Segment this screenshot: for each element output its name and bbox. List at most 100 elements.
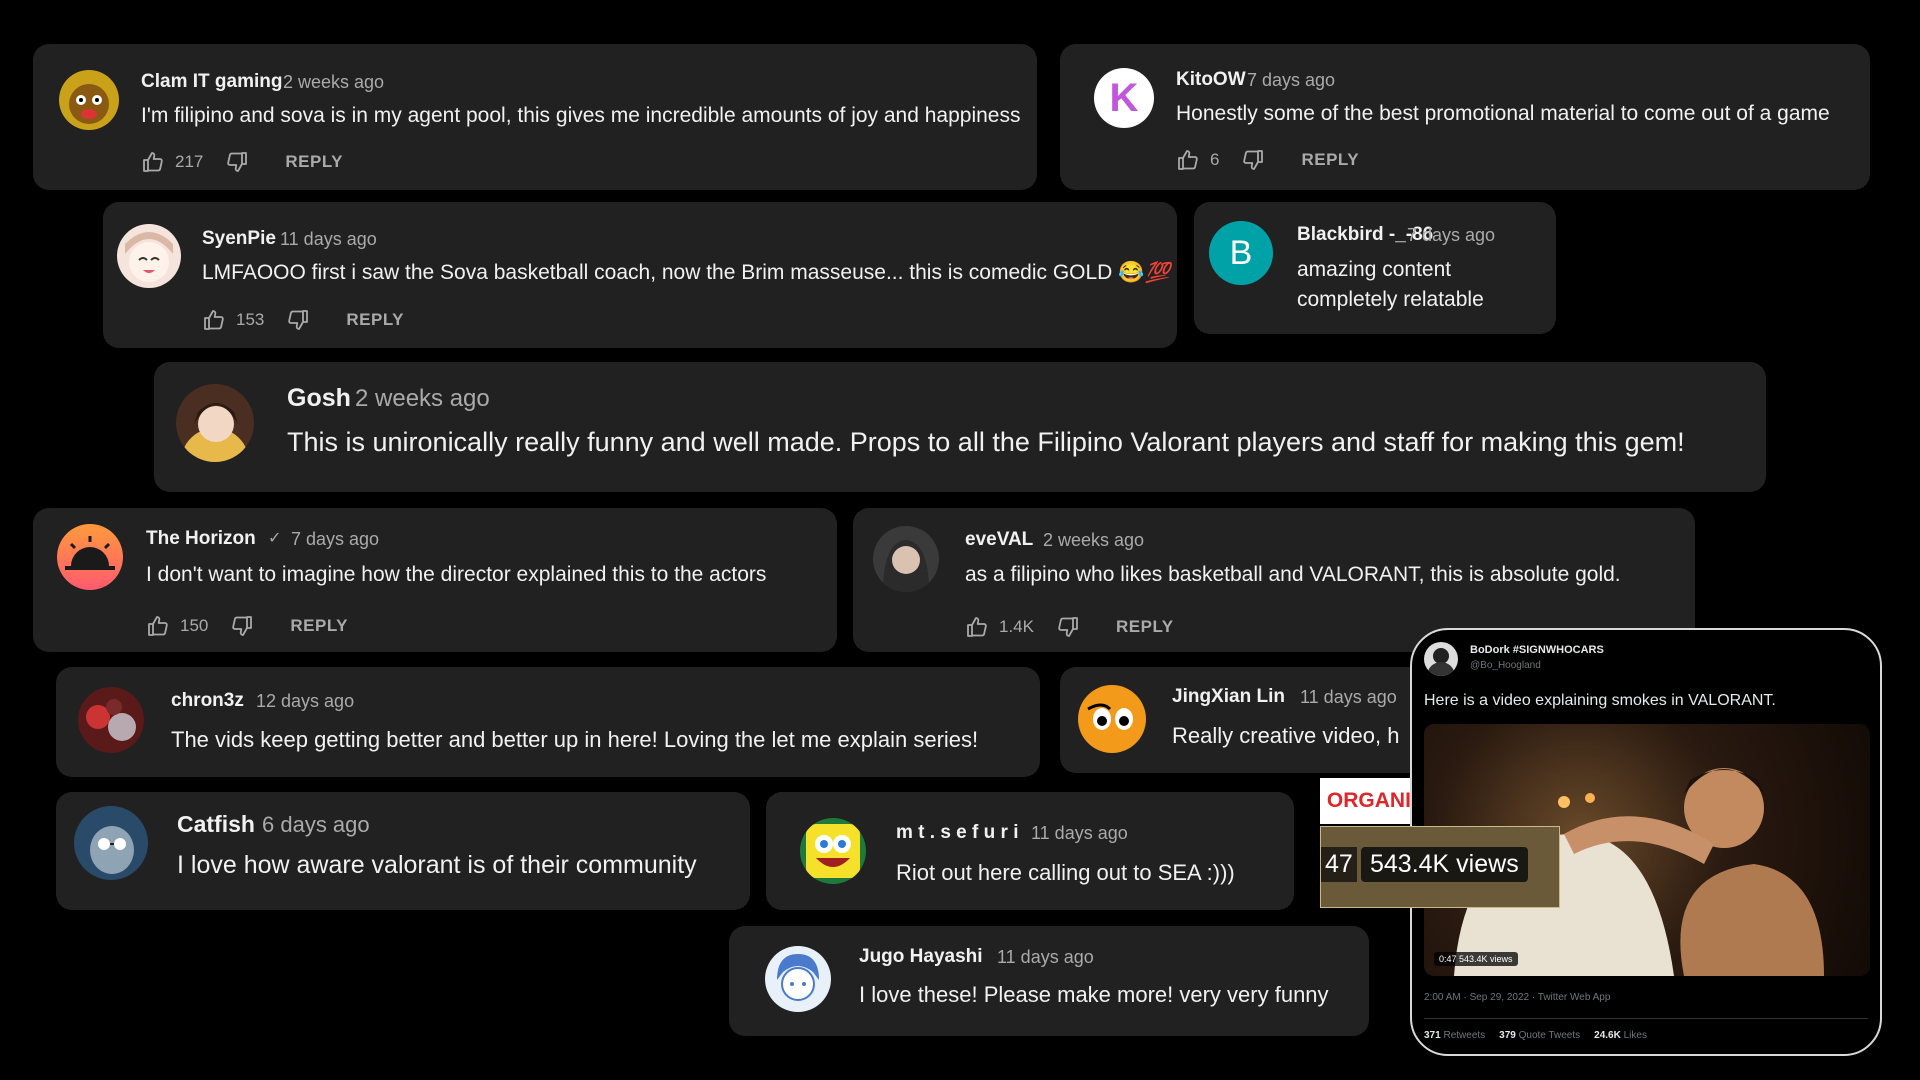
comment-text: as a filipino who likes basketball and V… bbox=[965, 563, 1621, 586]
comment-time[interactable]: 6 days ago bbox=[262, 812, 370, 838]
like-icon[interactable] bbox=[1176, 148, 1200, 172]
comment-author[interactable]: Clam IT gaming bbox=[141, 71, 282, 93]
avatar[interactable] bbox=[176, 384, 254, 462]
comment-author[interactable]: KitoOW bbox=[1176, 69, 1246, 91]
views-count: 543.4K views bbox=[1361, 847, 1528, 882]
retweets-stat[interactable]: 371 Retweets bbox=[1424, 1030, 1485, 1041]
avatar[interactable]: K bbox=[1094, 68, 1154, 128]
comment-text: LMFAOOO first i saw the Sova basketball … bbox=[202, 261, 1145, 284]
avatar[interactable] bbox=[59, 70, 119, 130]
dislike-icon[interactable] bbox=[286, 308, 310, 332]
avatar[interactable] bbox=[800, 818, 866, 884]
likes-stat[interactable]: 24.6K Likes bbox=[1594, 1030, 1647, 1041]
reply-button[interactable]: REPLY bbox=[346, 310, 404, 330]
quotes-count: 379 bbox=[1499, 1030, 1516, 1041]
comment-time[interactable]: 7 days ago bbox=[291, 529, 379, 550]
comment-author[interactable]: Jugo Hayashi bbox=[859, 946, 983, 968]
avatar[interactable] bbox=[117, 224, 181, 288]
tweet-display-name[interactable]: BoDork #SIGNWHOCARS bbox=[1470, 644, 1604, 656]
avatar-letter: K bbox=[1109, 75, 1139, 120]
like-count: 6 bbox=[1210, 150, 1220, 169]
dislike-icon[interactable] bbox=[1056, 615, 1080, 639]
comment-actions: 153 REPLY bbox=[202, 308, 404, 332]
like-icon[interactable] bbox=[141, 150, 165, 174]
comment-time[interactable]: 2 weeks ago bbox=[1043, 530, 1144, 551]
comment-author[interactable]: chron3z bbox=[171, 690, 244, 712]
comment-time[interactable]: 7 days ago bbox=[1407, 225, 1495, 246]
comment-author[interactable]: JingXian Lin bbox=[1172, 686, 1285, 708]
comment-actions: 1.4K REPLY bbox=[965, 615, 1174, 639]
comment-time[interactable]: 11 days ago bbox=[1300, 687, 1397, 708]
comment-actions: 217 REPLY bbox=[141, 150, 343, 174]
comment-card: Catfish 6 days ago I love how aware valo… bbox=[56, 792, 750, 910]
comment-time[interactable]: 7 days ago bbox=[1247, 70, 1335, 91]
like-count: 217 bbox=[175, 152, 204, 171]
comment-time[interactable]: 11 days ago bbox=[280, 229, 377, 250]
tweet-divider bbox=[1424, 1018, 1868, 1019]
views-duration-fragment: 47 bbox=[1321, 847, 1357, 882]
comment-text: Riot out here calling out to SEA :))) bbox=[896, 860, 1235, 885]
video-badge: 0:47 543.4K views bbox=[1434, 952, 1518, 966]
comment-card: Jugo Hayashi 11 days ago I love these! P… bbox=[729, 926, 1369, 1036]
comment-time[interactable]: 11 days ago bbox=[1031, 823, 1128, 844]
views-zoom-overlay: 47 543.4K views bbox=[1320, 826, 1560, 908]
retweets-count: 371 bbox=[1424, 1030, 1441, 1041]
likes-label: Likes bbox=[1623, 1030, 1647, 1041]
dislike-icon[interactable] bbox=[225, 150, 249, 174]
avatar[interactable] bbox=[74, 806, 148, 880]
comment-actions: 6 REPLY bbox=[1176, 148, 1359, 172]
like-count: 1.4K bbox=[999, 617, 1034, 636]
comment-time[interactable]: 12 days ago bbox=[256, 691, 354, 712]
retweets-label: Retweets bbox=[1443, 1030, 1486, 1041]
avatar[interactable] bbox=[1078, 685, 1146, 753]
tweet-stats: 371 Retweets 379 Quote Tweets 24.6K Like… bbox=[1424, 1030, 1647, 1041]
comment-author[interactable]: Gosh bbox=[287, 384, 351, 413]
tweet-handle[interactable]: @Bo_Hoogland bbox=[1470, 660, 1541, 671]
like-count: 153 bbox=[236, 310, 265, 329]
avatar[interactable] bbox=[78, 687, 144, 753]
quotes-label: Quote Tweets bbox=[1518, 1030, 1581, 1041]
dislike-icon[interactable] bbox=[1241, 148, 1265, 172]
reply-button[interactable]: REPLY bbox=[1116, 617, 1174, 637]
comment-text: This is unironically really funny and we… bbox=[287, 427, 1685, 457]
like-count: 150 bbox=[180, 616, 209, 635]
comment-card: The Horizon ✓ 7 days ago I don't want to… bbox=[33, 508, 837, 652]
comment-text: I'm filipino and sova is in my agent poo… bbox=[141, 104, 1021, 127]
comment-author[interactable]: SyenPie bbox=[202, 228, 276, 250]
comment-text: I love these! Please make more! very ver… bbox=[859, 982, 1329, 1007]
comment-text: The vids keep getting better and better … bbox=[171, 727, 979, 752]
comment-card: B Blackbird -_-86 7 days ago amazing con… bbox=[1194, 202, 1556, 334]
comment-card: Clam IT gaming 2 weeks ago I'm filipino … bbox=[33, 44, 1037, 190]
tweet-avatar[interactable] bbox=[1424, 642, 1458, 676]
comment-text-line-1: amazing content bbox=[1297, 258, 1452, 281]
like-icon[interactable] bbox=[965, 615, 989, 639]
like-icon[interactable] bbox=[146, 614, 170, 638]
tweet-timestamp[interactable]: 2:00 AM · Sep 29, 2022 · Twitter Web App bbox=[1424, 992, 1610, 1003]
avatar-letter: B bbox=[1229, 233, 1253, 272]
comment-time[interactable]: 2 weeks ago bbox=[283, 72, 384, 93]
hundred-points-icon: 💯 bbox=[1145, 262, 1170, 284]
reply-button[interactable]: REPLY bbox=[290, 616, 348, 636]
like-icon[interactable] bbox=[202, 308, 226, 332]
comment-card: m t . s e f u r i 11 days ago Riot out h… bbox=[766, 792, 1294, 910]
comment-card: K KitoOW 7 days ago Honestly some of the… bbox=[1060, 44, 1870, 190]
comment-text: Really creative video, h bbox=[1172, 723, 1400, 748]
comment-text: I don't want to imagine how the director… bbox=[146, 563, 767, 586]
comment-author[interactable]: m t . s e f u r i bbox=[896, 822, 1018, 844]
comment-card: chron3z 12 days ago The vids keep gettin… bbox=[56, 667, 1040, 777]
avatar[interactable] bbox=[57, 524, 123, 590]
reply-button[interactable]: REPLY bbox=[1301, 150, 1359, 170]
quotes-stat[interactable]: 379 Quote Tweets bbox=[1499, 1030, 1580, 1041]
comment-text: Honestly some of the best promotional ma… bbox=[1176, 102, 1830, 125]
comment-author[interactable]: eveVAL bbox=[965, 529, 1033, 551]
comment-time[interactable]: 11 days ago bbox=[997, 947, 1094, 968]
avatar[interactable] bbox=[765, 946, 831, 1012]
avatar[interactable] bbox=[873, 526, 939, 592]
comment-time[interactable]: 2 weeks ago bbox=[355, 385, 490, 413]
comment-author[interactable]: The Horizon bbox=[146, 528, 256, 550]
avatar[interactable]: B bbox=[1209, 221, 1273, 285]
dislike-icon[interactable] bbox=[230, 614, 254, 638]
comment-card: Gosh 2 weeks ago This is unironically re… bbox=[154, 362, 1766, 492]
reply-button[interactable]: REPLY bbox=[285, 152, 343, 172]
comment-author[interactable]: Catfish bbox=[177, 811, 255, 838]
